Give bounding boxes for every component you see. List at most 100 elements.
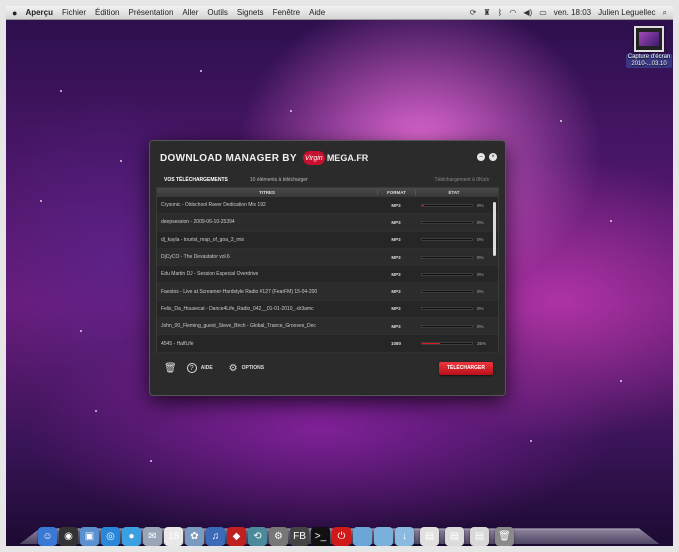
row-state: 0% xyxy=(415,272,492,277)
ical-icon[interactable]: 18 xyxy=(164,527,183,546)
row-state: 0% xyxy=(415,255,492,260)
column-header-format[interactable]: FORMAT xyxy=(377,190,415,195)
folder-downloads-icon[interactable]: ↓ xyxy=(395,527,414,546)
tabbar: VOS TÉLÉCHARGEMENTS 10 éléments à téléch… xyxy=(156,174,499,186)
row-state: 0% xyxy=(415,237,492,242)
progress-bar xyxy=(421,255,473,259)
table-row[interactable]: DjCyCO - The Devastator vol.6 MP3 0% xyxy=(157,248,498,267)
progress-bar xyxy=(421,220,473,224)
photobooth-icon[interactable]: ◆ xyxy=(227,527,246,546)
progress-bar xyxy=(421,342,473,346)
progress-bar xyxy=(421,324,473,328)
folder-documents-icon[interactable] xyxy=(374,527,393,546)
stack-1-icon[interactable]: ▤ xyxy=(420,527,439,546)
volume-icon[interactable]: ◀) xyxy=(523,8,532,17)
preview-icon[interactable]: ▣ xyxy=(80,527,99,546)
folder-applications-icon[interactable] xyxy=(353,527,372,546)
menu-aller[interactable]: Aller xyxy=(182,8,198,17)
trash-icon[interactable]: 🗑 xyxy=(164,363,177,374)
menu-fenetre[interactable]: Fenêtre xyxy=(273,8,301,17)
column-header-title[interactable]: TITRES xyxy=(157,190,377,195)
system-preferences-icon[interactable]: ⚙ xyxy=(269,527,288,546)
row-format: MP3 xyxy=(391,306,401,312)
menu-fichier[interactable]: Fichier xyxy=(62,8,86,17)
menu-presentation[interactable]: Présentation xyxy=(128,8,173,17)
progress-percent: 0% xyxy=(477,202,484,208)
row-title: dj_kayla - tourist_map_of_goa_3_mix xyxy=(161,236,245,243)
apple-menu-icon[interactable]: ● xyxy=(12,8,17,18)
table-row[interactable]: Felix_Da_Housecat - Dance4Life_Radio_042… xyxy=(157,300,498,319)
battery-icon[interactable]: ▭ xyxy=(539,8,547,17)
table-scrollbar[interactable] xyxy=(493,202,496,256)
row-format: MP3 xyxy=(391,237,401,243)
stack-3-icon[interactable]: ▤ xyxy=(470,527,489,546)
menu-aide[interactable]: Aide xyxy=(309,8,325,17)
itunes-icon[interactable]: ♫ xyxy=(206,527,225,546)
tab-downloads[interactable]: VOS TÉLÉCHARGEMENTS xyxy=(164,177,228,183)
menu-edition[interactable]: Édition xyxy=(95,8,119,17)
menu-app-apercu[interactable]: Aperçu xyxy=(25,8,53,17)
table-row[interactable]: Edu Martin DJ - Session Especial Overdri… xyxy=(157,266,498,284)
table-row[interactable]: John_00_Fleming_guest_Steve_Birch - Glob… xyxy=(157,318,498,336)
help-icon[interactable]: ? xyxy=(186,363,197,373)
download-button[interactable]: TÉLÉCHARGER xyxy=(438,361,493,375)
wifi-icon[interactable]: ◠ xyxy=(509,8,516,17)
progress-bar xyxy=(421,272,473,276)
menubar-user[interactable]: Julien Leguellec xyxy=(598,8,655,17)
row-state: 35% xyxy=(415,341,492,346)
row-format: MP3 xyxy=(391,323,401,329)
spotlight-icon[interactable]: ⌕ xyxy=(663,8,667,18)
iphoto-icon[interactable]: ✿ xyxy=(185,527,204,546)
row-state: 0% xyxy=(415,220,492,225)
menu-signets[interactable]: Signets xyxy=(237,8,264,17)
desktop-file-screenshot[interactable]: Capture d'écran 2010-...03.10 xyxy=(626,26,672,68)
row-title: 4545 - HalfLife xyxy=(161,340,194,347)
stack-2-icon[interactable]: ▤ xyxy=(445,527,464,546)
table-row[interactable]: Faestos - Live at Screamer-Hardstyle Rad… xyxy=(157,283,498,301)
file-thumbnail-icon xyxy=(634,26,664,52)
gear-icon[interactable]: ⚙ xyxy=(229,363,238,374)
finder-icon[interactable]: ☺ xyxy=(38,527,57,546)
dashboard-icon[interactable]: ◉ xyxy=(59,527,78,546)
menubar-clock[interactable]: ven. 18:03 xyxy=(554,8,591,17)
progress-fill xyxy=(422,343,440,345)
dock: ☺ ◉ ▣ ◎ ● ✉ 18 ✿ ♫ ◆ ⟲ ⚙ FB >_ ⏻ ↓ ▤ ▤ ▤ 🗑 xyxy=(38,516,660,546)
progress-bar xyxy=(421,307,473,311)
ichat-icon[interactable]: ● xyxy=(122,527,141,546)
row-format: MP3 xyxy=(391,289,401,295)
progress-bar xyxy=(421,290,473,294)
download-count: 10 éléments à télécharger xyxy=(249,177,308,183)
trash-icon[interactable]: 🗑 xyxy=(495,527,514,546)
table-row[interactable]: Crysonic - Oldschool Raver Dedication Mi… xyxy=(157,197,498,215)
app-red-icon[interactable]: ⏻ xyxy=(332,527,351,546)
column-header-state[interactable]: ÉTAT xyxy=(415,190,492,195)
table-row[interactable]: dj_kayla - tourist_map_of_goa_3_mix MP3 0% xyxy=(157,231,498,249)
brand-name: MEGA.FR xyxy=(326,153,369,163)
app-tray-icon[interactable]: ♜ xyxy=(483,8,490,17)
terminal-icon[interactable]: >_ xyxy=(311,527,330,546)
progress-percent: 0% xyxy=(477,289,484,295)
progress-percent: 0% xyxy=(477,237,484,243)
menu-outils[interactable]: Outils xyxy=(207,8,227,17)
row-title: Faestos - Live at Screamer-Hardstyle Rad… xyxy=(161,288,318,295)
table-row[interactable]: deepsession - 2009-06-10-25394 MP3 0% xyxy=(157,214,498,232)
progress-bar xyxy=(421,238,473,242)
row-title: Felix_Da_Housecat - Dance4Life_Radio_042… xyxy=(161,305,314,312)
bluetooth-icon[interactable]: ᛒ xyxy=(498,8,503,17)
safari-icon[interactable]: ◎ xyxy=(101,527,120,546)
table-header: TITRES FORMAT ÉTAT xyxy=(157,188,498,197)
timemachine-icon[interactable]: ⟲ xyxy=(248,527,267,546)
row-state: 0% xyxy=(415,324,492,329)
minimize-icon[interactable]: – xyxy=(477,153,485,161)
progress-percent: 0% xyxy=(477,219,484,225)
mail-icon[interactable]: ✉ xyxy=(143,527,162,546)
window-header: DOWNLOAD MANAGER BY Virgin MEGA.FR xyxy=(160,149,368,167)
close-icon[interactable]: × xyxy=(489,153,497,161)
table-row[interactable]: 4545 - HalfLife 1080 35% xyxy=(157,335,498,353)
progress-percent: 0% xyxy=(477,254,484,260)
help-label[interactable]: AIDE xyxy=(201,365,213,371)
filebrowser-icon[interactable]: FB xyxy=(290,527,309,546)
progress-percent: 0% xyxy=(477,323,484,329)
sync-icon[interactable]: ⟳ xyxy=(470,8,477,17)
options-label[interactable]: OPTIONS xyxy=(242,365,265,371)
